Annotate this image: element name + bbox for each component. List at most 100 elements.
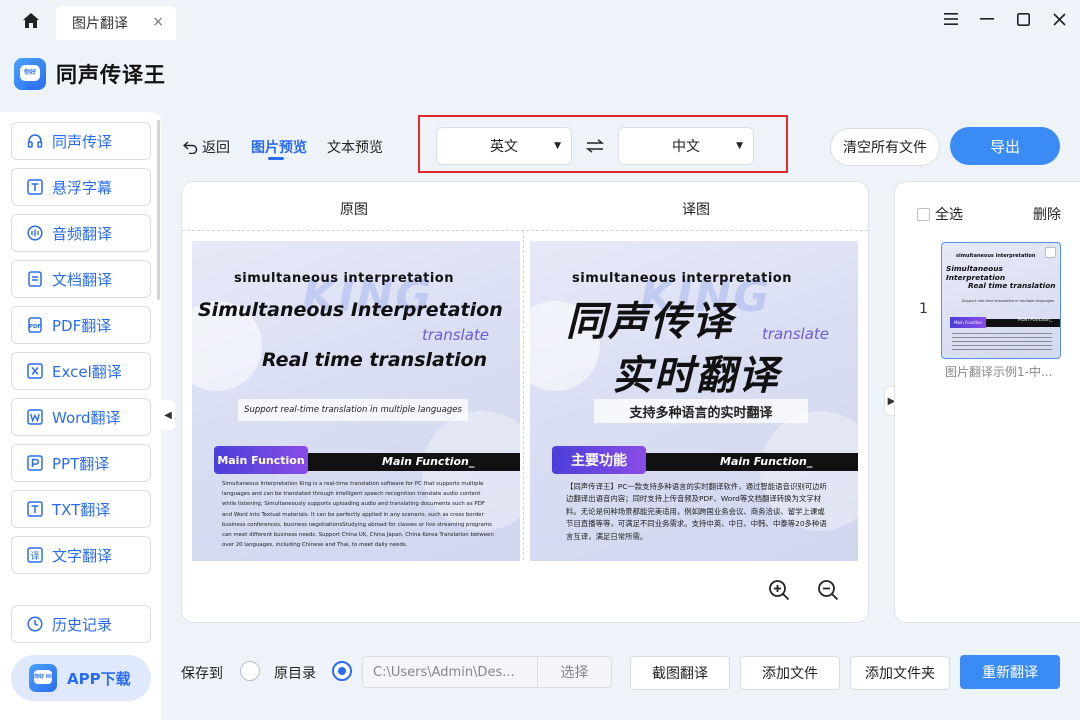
original-image: KING simultaneous interpretation Simulta… [192, 241, 520, 561]
sidebar-item-simultaneous[interactable]: 同声传译 [11, 122, 151, 160]
sidebar-scrollbar[interactable] [157, 120, 160, 300]
thumb-title: Simultaneous Interpretation [946, 264, 1006, 282]
back-button[interactable]: 返回 [183, 137, 230, 157]
header-divider [182, 230, 868, 231]
svg-text:译: 译 [30, 551, 39, 562]
window-controls [940, 8, 1070, 30]
logo-bubble-text: 你好 Hi [20, 65, 40, 92]
home-button[interactable] [18, 8, 44, 32]
zoom-in-icon [769, 580, 790, 601]
active-tab-indicator [268, 157, 284, 160]
file-list-panel: 全选 删除 1 simultaneous interpretation Simu… [894, 181, 1080, 623]
sidebar-item-word-translate[interactable]: Word翻译 [11, 398, 151, 436]
translated-image: KING simultaneous interpretation 同声传译 tr… [530, 241, 858, 561]
save-to-label: 保存到 [181, 666, 223, 682]
subtitle-icon [26, 178, 44, 196]
poster-function-tag: Main Function [214, 446, 308, 474]
file-checkbox[interactable] [1045, 247, 1056, 258]
sidebar-item-label: 悬浮字幕 [52, 178, 113, 197]
sidebar-item-label: 文字翻译 [52, 546, 113, 565]
sidebar-item-label: Excel翻译 [52, 362, 122, 381]
menu-button[interactable] [940, 8, 962, 30]
text-translate-icon: 译 [26, 546, 44, 564]
sidebar-item-label: 历史记录 [52, 615, 113, 634]
save-original-dir-radio[interactable] [332, 661, 352, 681]
sidebar-item-label: TXT翻译 [52, 500, 111, 519]
app-logo-small: 你好 Hi [29, 664, 57, 692]
tab-image-translate[interactable]: 图片翻译 × [56, 6, 176, 40]
save-custom-radio[interactable] [240, 661, 260, 681]
collapse-sidebar-button[interactable]: ◀ [161, 400, 175, 430]
sidebar-item-audio-translate[interactable]: 音频翻译 [11, 214, 151, 252]
sidebar: 同声传译 悬浮字幕 音频翻译 文档翻译 PDF PDF翻译 Excel翻译 Wo… [0, 112, 161, 720]
poster-function-english: Main Function_ [720, 455, 813, 468]
retranslate-button[interactable]: 重新翻译 [960, 655, 1060, 689]
sidebar-item-pdf-translate[interactable]: PDF PDF翻译 [11, 306, 151, 344]
source-language-value: 英文 [490, 139, 518, 155]
app-logo: 你好 Hi [14, 58, 46, 92]
poster-support-banner: 支持多种语言的实时翻译 [594, 399, 808, 423]
poster-function-english: Main Function_ [382, 455, 475, 468]
save-path-input[interactable] [362, 656, 538, 688]
target-language-select[interactable]: 中文 ▼ [618, 127, 754, 165]
home-icon [23, 12, 39, 28]
menu-icon [944, 13, 958, 25]
poster-translate-word: translate [762, 325, 830, 343]
screenshot-translate-button[interactable]: 截图翻译 [630, 656, 730, 690]
tab-label: 图片翻译 [72, 16, 128, 32]
app-download-label: APP下载 [67, 669, 131, 688]
delete-button[interactable]: 删除 [1033, 204, 1061, 224]
choose-path-button[interactable]: 选择 [537, 656, 612, 688]
sidebar-item-excel-translate[interactable]: Excel翻译 [11, 352, 151, 390]
sidebar-item-label: PDF翻译 [52, 316, 112, 335]
sidebar-item-text-translate[interactable]: 译 文字翻译 [11, 536, 151, 574]
logo-bubble-text: 你好 Hi [34, 670, 52, 684]
brand: 你好 Hi 同声传译王 [14, 58, 166, 92]
audio-icon [26, 224, 44, 242]
swap-arrows-icon [586, 139, 604, 153]
sidebar-item-floating-subtitle[interactable]: 悬浮字幕 [11, 168, 151, 206]
zoom-in-button[interactable] [767, 578, 791, 602]
tab-image-preview[interactable]: 图片预览 [251, 137, 307, 157]
tab-close-icon[interactable]: × [152, 14, 164, 30]
sidebar-item-ppt-translate[interactable]: PPT翻译 [11, 444, 151, 482]
sidebar-item-label: 文档翻译 [52, 270, 113, 289]
swap-languages-button[interactable] [584, 135, 606, 157]
zoom-out-icon [818, 580, 839, 601]
title-bar: 图片翻译 × [0, 0, 1080, 40]
add-folder-button[interactable]: 添加文件夹 [850, 656, 950, 690]
source-language-select[interactable]: 英文 ▼ [436, 127, 572, 165]
app-name: 同声传译王 [56, 63, 166, 87]
column-divider [523, 230, 524, 560]
select-all-checkbox[interactable] [917, 208, 930, 221]
poster-support-banner: Support real-time translation in multipl… [238, 399, 468, 421]
thumb-realtime: Real time translation [968, 281, 1056, 290]
select-all-label[interactable]: 全选 [935, 204, 963, 224]
minimize-icon [980, 18, 994, 20]
clear-all-files-button[interactable]: 清空所有文件 [830, 128, 940, 166]
svg-text:PDF: PDF [29, 324, 42, 330]
export-button[interactable]: 导出 [950, 127, 1060, 165]
poster-function-tag: 主要功能 [552, 446, 646, 474]
poster-description: Simultaneous Interpretation King is a re… [222, 481, 494, 549]
minimize-button[interactable] [976, 8, 998, 30]
sidebar-item-document-translate[interactable]: 文档翻译 [11, 260, 151, 298]
sidebar-item-txt-translate[interactable]: TXT翻译 [11, 490, 151, 528]
maximize-icon [1016, 12, 1030, 26]
thumb-support: Support real-time translation in multipl… [962, 299, 1055, 303]
original-dir-label[interactable]: 原目录 [274, 663, 316, 683]
txt-icon [26, 500, 44, 518]
thumb-text-lines [952, 333, 1052, 353]
thumb-function-english: Main Function_ [1018, 318, 1053, 323]
excel-icon [26, 362, 44, 380]
poster-subtitle: simultaneous interpretation [572, 271, 792, 286]
tab-text-preview[interactable]: 文本预览 [327, 137, 383, 157]
file-thumbnail[interactable]: simultaneous interpretation Simultaneous… [941, 242, 1061, 359]
app-download-button[interactable]: 你好 Hi APP下载 [11, 655, 151, 701]
close-button[interactable] [1048, 8, 1070, 30]
target-language-value: 中文 [672, 139, 700, 155]
zoom-out-button[interactable] [816, 578, 840, 602]
add-file-button[interactable]: 添加文件 [740, 656, 840, 690]
maximize-button[interactable] [1012, 8, 1034, 30]
sidebar-item-history[interactable]: 历史记录 [11, 605, 151, 643]
